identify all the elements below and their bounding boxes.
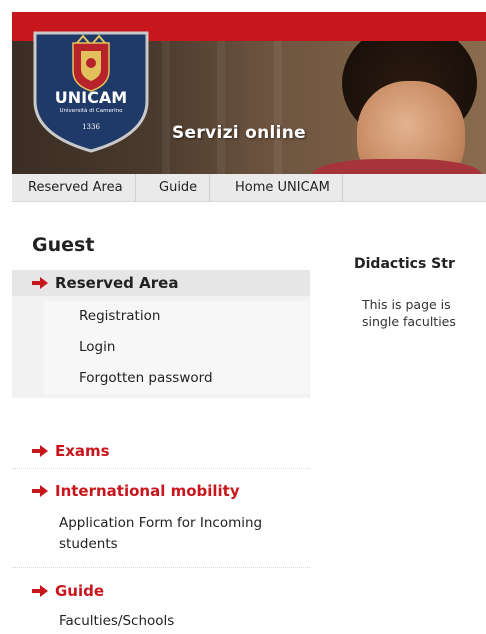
nav-home-unicam[interactable]: Home UNICAM — [223, 174, 343, 202]
sidebar-link-forgotten-password[interactable]: Forgotten password — [44, 363, 310, 394]
main-navbar: Reserved Area Guide Home UNICAM — [12, 174, 486, 202]
service-title: Servizi online — [172, 123, 306, 143]
text-line: This is page is — [362, 297, 451, 312]
banner-brick-line — [162, 41, 170, 174]
sidebar-link-registration[interactable]: Registration — [44, 301, 310, 332]
banner-brick-line — [274, 41, 282, 174]
link-line: students — [59, 536, 118, 552]
page-intro-text: This is page is single faculties — [362, 296, 486, 330]
logo-year: 1336 — [82, 123, 100, 131]
sidebar-item-reserved-area[interactable]: Reserved Area — [12, 270, 310, 296]
logo-subtitle: Università di Camerino — [59, 108, 123, 114]
arrow-right-icon — [32, 445, 48, 457]
nav-guide[interactable]: Guide — [147, 174, 211, 202]
arrow-right-icon — [32, 277, 48, 289]
sidebar-item-guide[interactable]: Guide — [32, 578, 104, 604]
sidebar-item-international-mobility[interactable]: International mobility — [32, 478, 240, 504]
link-line: Application Form for Incoming — [59, 515, 263, 531]
sidebar-link-faculties-schools[interactable]: Faculties/Schools — [59, 611, 174, 632]
sidebar-item-label: Exams — [55, 442, 110, 460]
text-line: single faculties — [362, 314, 456, 329]
arrow-right-icon — [32, 585, 48, 597]
sidebar-item-label: Reserved Area — [55, 274, 179, 292]
sidebar-separator — [12, 567, 310, 568]
sidebar-item-label: International mobility — [55, 482, 240, 500]
sidebar-link-application-form[interactable]: Application Form for Incoming students — [59, 513, 262, 555]
nav-reserved-area[interactable]: Reserved Area — [16, 174, 136, 202]
sidebar-item-label: Guide — [55, 582, 105, 600]
sidebar-separator — [12, 468, 310, 469]
sidebar-title: Guest — [32, 234, 95, 256]
sidebar-link-login[interactable]: Login — [44, 332, 310, 363]
sidebar-item-exams[interactable]: Exams — [32, 438, 110, 464]
logo-name: UNICAM — [54, 88, 128, 107]
banner-brick-line — [217, 41, 225, 174]
page-title: Didactics Str — [354, 256, 455, 272]
arrow-right-icon — [32, 485, 48, 497]
